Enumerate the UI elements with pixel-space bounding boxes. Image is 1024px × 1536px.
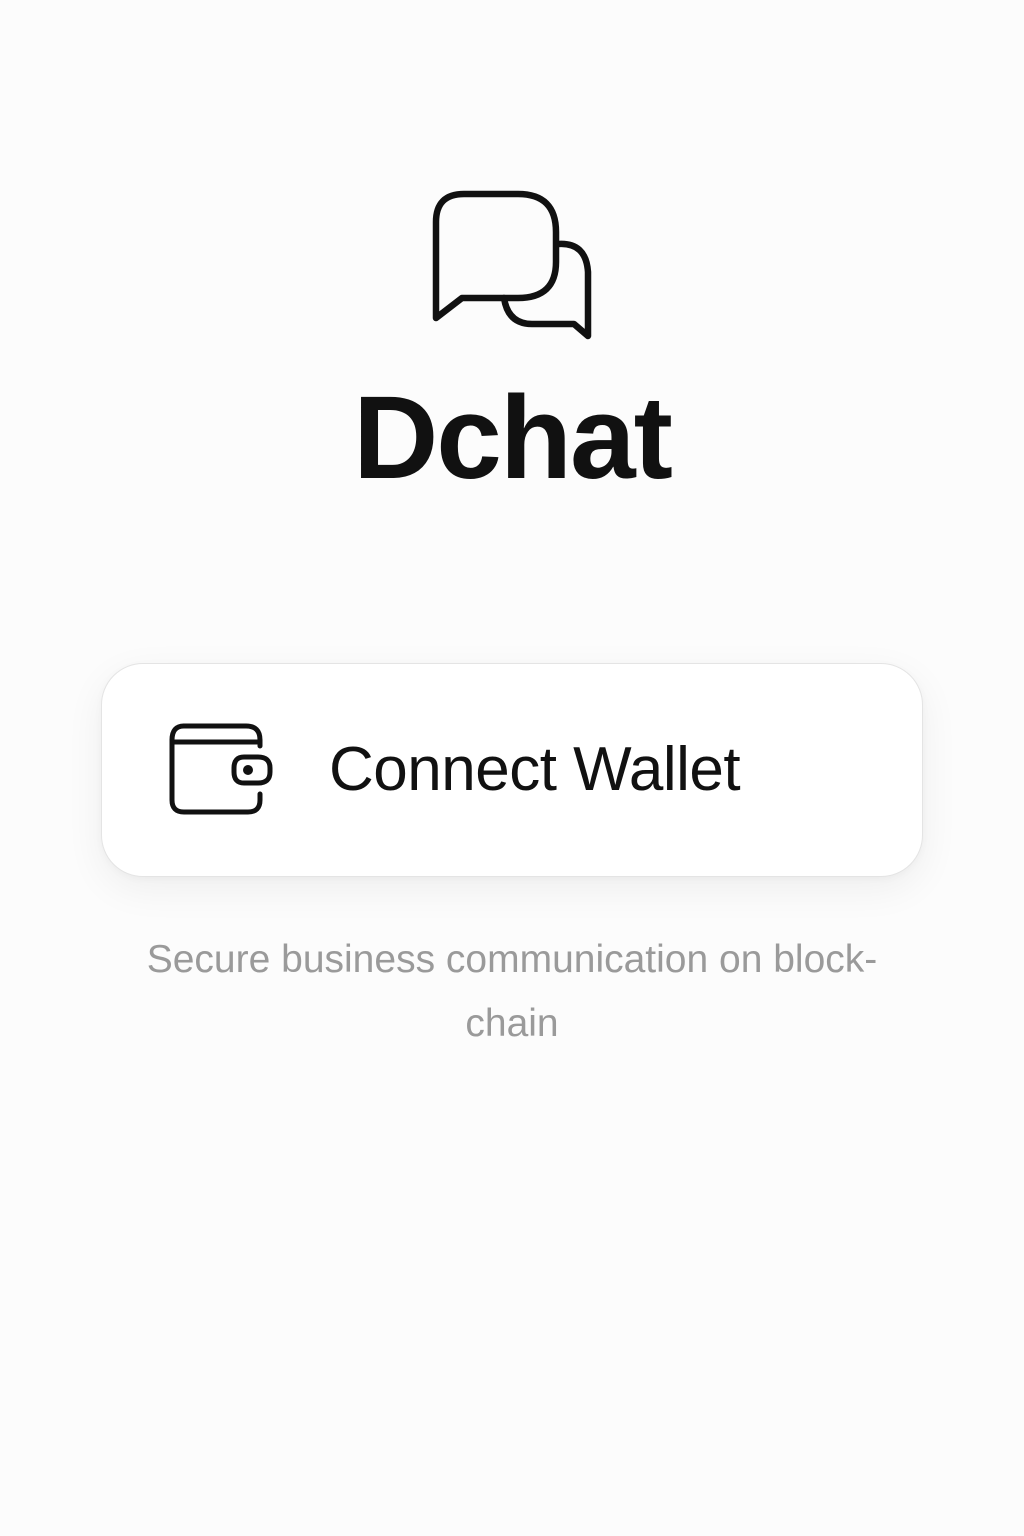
chat-bubbles-icon	[432, 190, 592, 340]
connect-wallet-button[interactable]: Connect Wallet	[101, 663, 923, 877]
login-screen: Dchat Connect Wallet Secure business com…	[0, 0, 1024, 1536]
connect-wallet-label: Connect Wallet	[329, 735, 741, 804]
tagline: Secure business communication on block-c…	[146, 938, 878, 1045]
wallet-icon	[169, 723, 273, 815]
app-title: Dchat	[353, 372, 673, 504]
